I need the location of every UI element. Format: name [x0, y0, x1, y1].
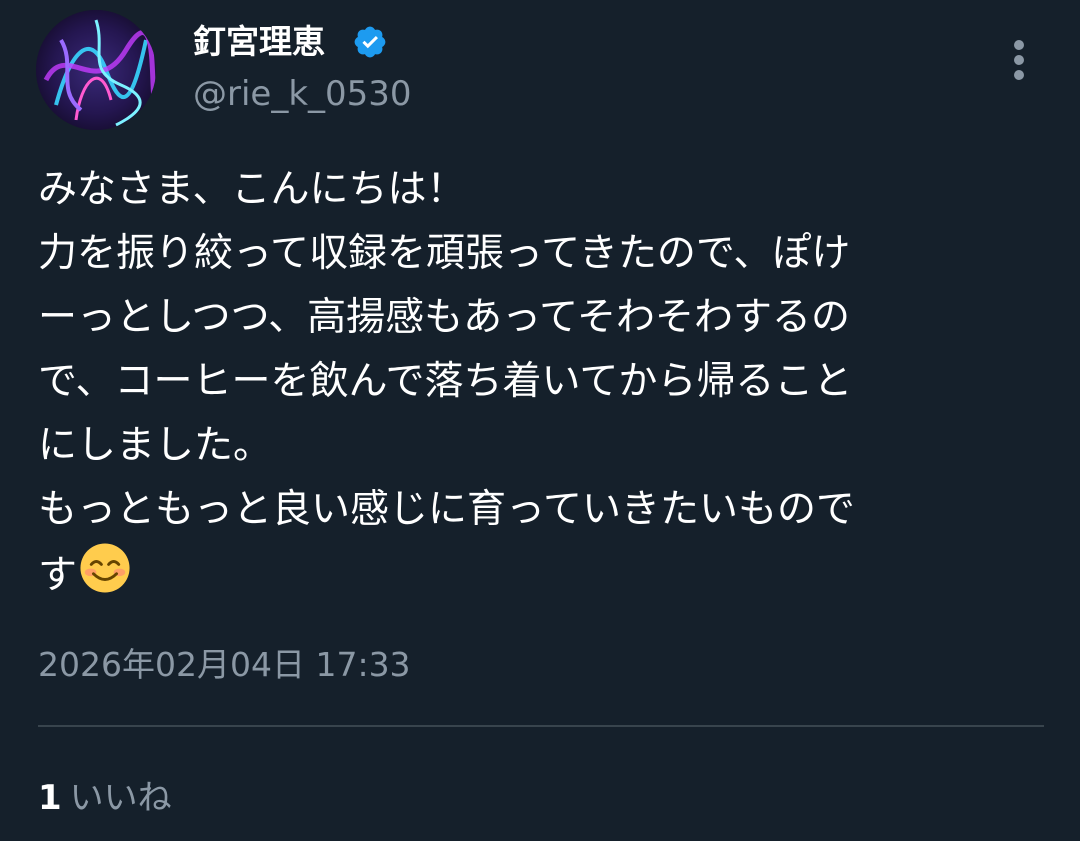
- tweet-line: みなさま、こんにちは！: [38, 167, 466, 212]
- likes-count: 1: [38, 778, 62, 818]
- tweet-line: にしました。: [38, 423, 273, 468]
- more-vertical-icon-dot: [1014, 70, 1024, 80]
- tweet-line: で、コーヒーを飲んで落ち着いてから帰ること: [38, 359, 853, 404]
- divider: [38, 725, 1044, 727]
- avatar-image: [36, 10, 156, 130]
- display-name[interactable]: 釘宮理恵: [193, 18, 325, 66]
- tweet-line: もっともっと良い感じに育っていきたいもので: [38, 487, 856, 532]
- avatar[interactable]: [36, 10, 156, 130]
- tweet-line-last: す: [38, 542, 1048, 606]
- user-handle[interactable]: @rie_k_0530: [193, 72, 412, 116]
- verified-badge-icon: [354, 26, 386, 58]
- likes-link[interactable]: 1 いいね: [38, 774, 172, 822]
- tweet-timestamp[interactable]: 2026年02月04日 17:33: [38, 643, 411, 687]
- more-vertical-icon-dot: [1014, 55, 1024, 65]
- tweet-line: 力を振り絞って収録を頑張ってきたので、ぽけ: [38, 231, 851, 276]
- more-options-button[interactable]: [1000, 36, 1040, 84]
- tweet-line: ーっとしつつ、高揚感もあってそわそわするの: [38, 295, 850, 340]
- smiling-face-emoji: [80, 543, 130, 593]
- tweet-line-text: す: [38, 553, 78, 598]
- tweet-text: みなさま、こんにちは！ 力を振り絞って収録を頑張ってきたので、ぽけ ーっとしつつ…: [38, 158, 1048, 606]
- likes-label: いいね: [69, 778, 172, 818]
- more-vertical-icon: [1014, 40, 1024, 50]
